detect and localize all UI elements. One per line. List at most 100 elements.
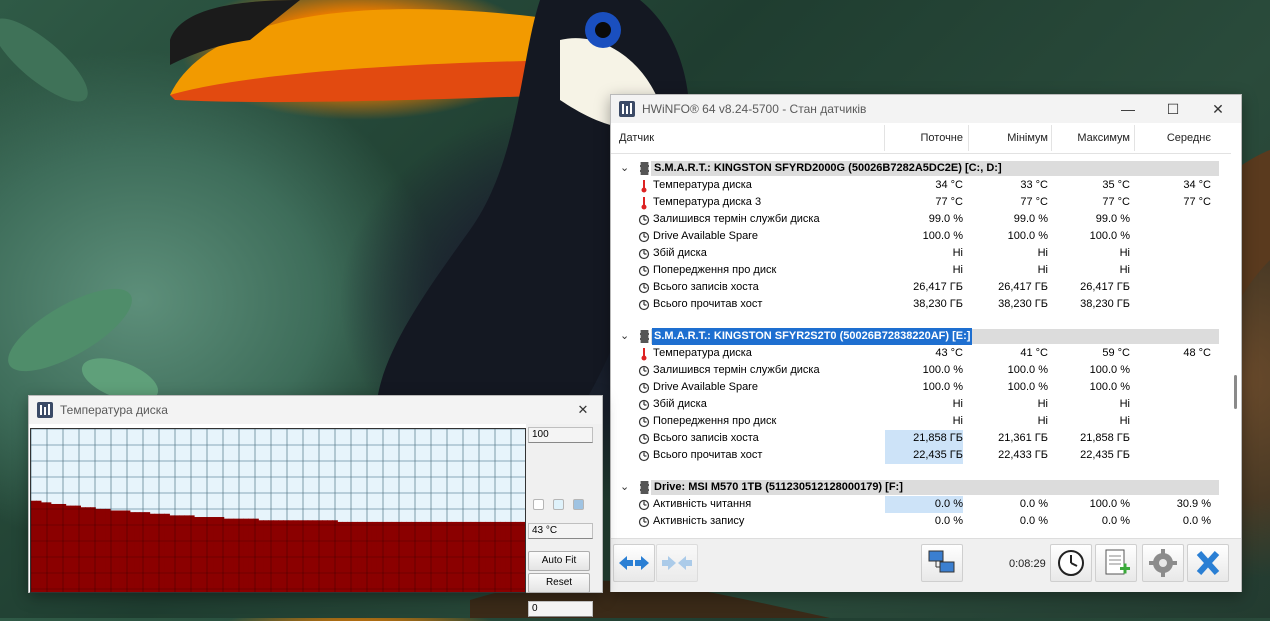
sensor-avg-value (1135, 396, 1211, 413)
network-computers-icon (928, 550, 955, 573)
main-window-title: HWiNFO® 64 v8.24-5700 - Стан датчиків (642, 102, 867, 116)
sensor-list[interactable]: ⌄ S.M.A.R.T.: KINGSTON SFYRD2000G (50026B… (611, 154, 1231, 538)
temperature-bar (35, 500, 42, 592)
temperature-bar (65, 505, 72, 592)
color-swatch-plot[interactable] (553, 499, 564, 510)
temperature-bar (297, 520, 304, 592)
column-header-avg[interactable]: Середнє (1135, 123, 1211, 153)
sensor-current-value: 34 °C (935, 179, 963, 191)
gauge-icon (638, 280, 650, 295)
sensor-current-value: 100.0 % (922, 230, 963, 242)
expand-collapse-button[interactable] (613, 544, 655, 582)
minimize-button[interactable]: — (1105, 95, 1151, 123)
sensor-current-value: Ні (952, 264, 963, 276)
sensor-avg-value: 34 °C (1183, 179, 1211, 191)
color-swatch-bg[interactable] (533, 499, 544, 510)
graph-side-panel: 100 43 °C Auto Fit Reset 0 (526, 424, 602, 617)
close-button[interactable]: ✕ (1195, 95, 1241, 123)
sensor-row[interactable]: Попередження про диск Ні Ні Ні (611, 413, 1219, 430)
column-header-max[interactable]: Максимум (1052, 123, 1130, 153)
temperature-bar (223, 518, 230, 592)
sensor-row[interactable]: Всього записів хоста 21,858 ГБ 21,361 ГБ 21… (611, 430, 1219, 447)
sensor-row[interactable]: Залишився термін служби диска 100.0 % 100.… (611, 362, 1219, 379)
sensor-group-header[interactable]: ⌄ S.M.A.R.T.: KINGSTON SFYRD2000G (50026B… (611, 160, 1219, 177)
hwinfo-app-icon (619, 101, 635, 117)
sensor-row[interactable]: Всього прочитав хост 38,230 ГБ 38,230 ГБ 38… (611, 296, 1219, 313)
graph-titlebar[interactable]: Температура диска ✕ (29, 396, 602, 424)
sensor-max-value: Ні (1119, 398, 1130, 410)
drive-icon (640, 330, 649, 343)
sensor-row[interactable]: Drive Available Spare 100.0 % 100.0 % 100.0… (611, 379, 1219, 396)
maximize-button[interactable]: ☐ (1150, 95, 1196, 123)
sensor-group-header[interactable]: ⌄ Drive: MSI M570 1TB (511230512128000179… (611, 479, 1219, 496)
chevron-down-icon[interactable]: ⌄ (620, 328, 629, 345)
sensor-row[interactable]: Drive Available Spare 100.0 % 100.0 % 100.0… (611, 228, 1219, 245)
temperature-bar (95, 508, 101, 592)
temperature-bar (198, 517, 205, 592)
sensor-row[interactable]: Попередження про диск Ні Ні Ні (611, 262, 1219, 279)
temperature-bar (85, 507, 91, 592)
color-swatch-series[interactable] (573, 499, 584, 510)
column-header-sensor[interactable]: Датчик (619, 123, 654, 153)
thermometer-icon (638, 178, 650, 193)
main-titlebar[interactable]: HWiNFO® 64 v8.24-5700 - Стан датчиків — … (611, 95, 1241, 123)
sensor-max-value: 21,858 ГБ (1080, 432, 1130, 444)
sensor-row[interactable]: Температура диска 43 °C 41 °C 59 °C 48 °C (611, 345, 1219, 362)
sensor-avg-value (1135, 362, 1211, 379)
temperature-bar (228, 518, 235, 592)
graph-close-button[interactable]: ✕ (564, 396, 602, 424)
sensor-max-value: Ні (1119, 264, 1130, 276)
sensor-label: Залишився термін служби диска (653, 364, 820, 376)
drive-icon (640, 162, 649, 175)
column-header-current[interactable]: Поточне (885, 123, 964, 153)
sensor-row[interactable]: Температура диска 34 °C 33 °C 35 °C 34 °C (611, 177, 1219, 194)
settings-button[interactable] (1142, 544, 1184, 582)
sensor-max-value: 77 °C (1102, 196, 1130, 208)
chevron-down-icon[interactable]: ⌄ (620, 160, 629, 177)
sensor-row[interactable]: Всього записів хоста 26,417 ГБ 26,417 ГБ 26… (611, 279, 1219, 296)
temperature-bar (322, 520, 328, 592)
sensor-avg-value (1135, 228, 1211, 245)
temperature-bar (75, 505, 81, 592)
sensor-row[interactable]: Залишився термін служби диска 99.0 % 99.0 … (611, 211, 1219, 228)
sensor-row[interactable]: Всього прочитав хост 22,435 ГБ 22,433 ГБ 22… (611, 447, 1219, 464)
gauge-icon (638, 246, 650, 261)
temperature-bar (179, 515, 185, 592)
temperature-bar (233, 518, 240, 592)
sensor-row[interactable]: Збій диска Ні Ні Ні (611, 245, 1219, 262)
sensor-row[interactable]: Збій диска Ні Ні Ні (611, 396, 1219, 413)
gauge-icon (638, 414, 650, 429)
sensor-current-value: 26,417 ГБ (913, 281, 963, 293)
collapse-columns-button[interactable] (656, 544, 698, 582)
temperature-bar (50, 503, 57, 592)
clock-button[interactable] (1050, 544, 1092, 582)
sensor-avg-value (1135, 413, 1211, 430)
chevron-down-icon[interactable]: ⌄ (620, 479, 629, 496)
sensor-row[interactable]: Активність читання 0.0 % 0.0 % 100.0 % 30.9 … (611, 496, 1219, 513)
temperature-bar (208, 517, 215, 592)
sensor-row[interactable]: Активність запису 0.0 % 0.0 % 0.0 % 0.0 % (611, 513, 1219, 530)
graph-window-title: Температура диска (60, 403, 168, 417)
exit-button[interactable] (1187, 544, 1229, 582)
network-button[interactable] (921, 544, 963, 582)
clock-icon (1058, 550, 1084, 576)
vertical-scrollbar[interactable] (1231, 123, 1241, 538)
sensor-group-header[interactable]: ⌄ S.M.A.R.T.: KINGSTON SFYR2S2T0 (50026B7… (611, 328, 1219, 345)
sensor-min-value: 0.0 % (1019, 515, 1048, 527)
column-header-min[interactable]: Мінімум (969, 123, 1048, 153)
temperature-bar (307, 520, 314, 592)
temperature-bar (278, 520, 284, 592)
temperature-bar (194, 517, 200, 592)
sensor-avg-value: 30.9 % (1176, 498, 1211, 510)
scrollbar-thumb[interactable] (1234, 375, 1237, 409)
gauge-icon (638, 297, 650, 312)
reset-button[interactable]: Reset (528, 573, 590, 593)
auto-fit-button[interactable]: Auto Fit (528, 551, 590, 571)
gear-icon (1149, 549, 1177, 577)
report-button[interactable] (1095, 544, 1137, 582)
sensor-current-value: 99.0 % (928, 213, 963, 225)
sensor-row[interactable]: Температура диска 3 77 °C 77 °C 77 °C 77 °C (611, 194, 1219, 211)
sensor-current-value: 100.0 % (922, 364, 963, 376)
arrows-inward-icon (662, 556, 692, 570)
sensor-label: Температура диска (653, 347, 752, 359)
